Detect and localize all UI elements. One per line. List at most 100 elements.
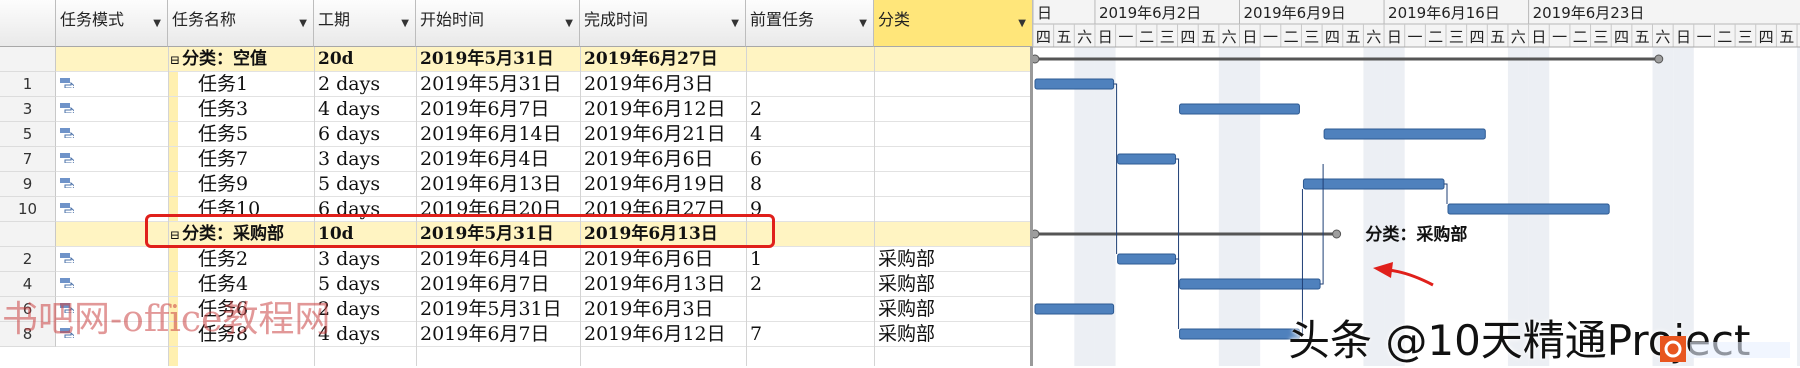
row-number[interactable]: 10 bbox=[0, 197, 56, 222]
cell-start[interactable]: 2019年5月31日 bbox=[420, 297, 578, 321]
cell-name[interactable]: 任务7 bbox=[198, 147, 312, 171]
collapse-toggle-icon[interactable]: ⊟ bbox=[170, 53, 180, 67]
cell-category[interactable]: 采购部 bbox=[878, 272, 1031, 296]
cell-finish[interactable]: 2019年6月6日 bbox=[584, 147, 744, 171]
cell-finish[interactable]: 2019年6月27日 bbox=[584, 47, 744, 71]
task-row[interactable]: 任务73 days2019年6月4日2019年6月6日6 bbox=[56, 147, 1033, 172]
row-number[interactable]: 1 bbox=[0, 72, 56, 97]
cell-finish[interactable]: 2019年6月3日 bbox=[584, 297, 744, 321]
cell-duration[interactable]: 5 days bbox=[318, 272, 414, 296]
col-header-duration[interactable]: 工期▼ bbox=[314, 0, 416, 47]
cell-pred[interactable] bbox=[750, 47, 872, 71]
cell-text: 任务1 bbox=[198, 73, 248, 95]
task-row[interactable]: 任务9 5 days 2019年6月13日 2019年6月19日8 bbox=[56, 172, 1033, 197]
cell-finish[interactable]: 2019年6月3日 bbox=[584, 72, 744, 96]
cell-finish[interactable]: 2019年6月12日 bbox=[584, 97, 744, 121]
col-header-label: 任务模式 bbox=[60, 10, 124, 29]
cell-pred[interactable]: 6 bbox=[750, 147, 872, 171]
chevron-down-icon[interactable]: ▼ bbox=[153, 18, 161, 29]
timescale-day-label: 一 bbox=[1263, 28, 1278, 46]
task-grid: 任务模式 ▼ 任务名称▼ 工期▼ 开始时间▼ 完成时间▼ 前置任务▼ 分类▼ ⊟分… bbox=[0, 0, 1033, 366]
auto-schedule-icon bbox=[60, 252, 74, 263]
cell-category[interactable] bbox=[878, 97, 1031, 121]
cell-category[interactable]: 采购部 bbox=[878, 247, 1031, 271]
cell-pred[interactable]: 1 bbox=[750, 247, 872, 271]
cell-category[interactable] bbox=[878, 72, 1031, 96]
cell-duration[interactable]: 20d bbox=[318, 47, 414, 71]
cell-name[interactable]: 任务1 bbox=[198, 72, 312, 96]
task-row[interactable]: 任务1 2 days2019年5月31日2019年6月3日 bbox=[56, 72, 1033, 97]
cell-start[interactable]: 2019年6月4日 bbox=[420, 247, 578, 271]
col-header-predecessors[interactable]: 前置任务▼ bbox=[746, 0, 874, 47]
cell-category[interactable] bbox=[878, 222, 1031, 246]
cell-category[interactable]: 采购部 bbox=[878, 297, 1031, 321]
cell-category[interactable] bbox=[878, 122, 1031, 146]
chevron-down-icon[interactable]: ▼ bbox=[731, 18, 739, 29]
cell-finish[interactable]: 2019年6月6日 bbox=[584, 247, 744, 271]
row-number[interactable] bbox=[0, 47, 56, 72]
cell-name[interactable]: 任务5 bbox=[198, 122, 312, 146]
cell-category[interactable] bbox=[878, 197, 1031, 221]
col-header-finish[interactable]: 完成时间▼ bbox=[580, 0, 746, 47]
row-number[interactable]: 5 bbox=[0, 122, 56, 147]
cell-category[interactable] bbox=[878, 47, 1031, 71]
chevron-down-icon[interactable]: ▼ bbox=[565, 18, 573, 29]
cell-duration[interactable]: 3 days bbox=[318, 147, 414, 171]
chevron-down-icon[interactable]: ▼ bbox=[859, 18, 867, 29]
cell-pred[interactable]: 4 bbox=[750, 122, 872, 146]
col-header-mode[interactable]: 任务模式 ▼ bbox=[56, 0, 168, 47]
group-header-row[interactable]: ⊟分类：空值20d2019年5月31日2019年6月27日 bbox=[56, 47, 1033, 72]
cell-start[interactable]: 2019年6月7日 bbox=[420, 322, 578, 346]
cell-start[interactable]: 2019年6月7日 bbox=[420, 97, 578, 121]
row-number[interactable]: 7 bbox=[0, 147, 56, 172]
cell-start[interactable]: 2019年5月31日 bbox=[420, 72, 578, 96]
cell-text: 任务9 bbox=[198, 173, 248, 195]
cell-duration[interactable]: 4 days bbox=[318, 322, 414, 346]
chevron-down-icon[interactable]: ▼ bbox=[299, 18, 307, 29]
cell-duration[interactable]: 2 days bbox=[318, 297, 414, 321]
row-number[interactable]: 9 bbox=[0, 172, 56, 197]
cell-duration[interactable]: 4 days bbox=[318, 97, 414, 121]
row-number[interactable]: 3 bbox=[0, 97, 56, 122]
cell-duration[interactable]: 6 days bbox=[318, 122, 414, 146]
chevron-down-icon[interactable]: ▼ bbox=[1018, 18, 1026, 29]
cell-finish[interactable]: 2019年6月12日 bbox=[584, 322, 744, 346]
cell-start[interactable]: 2019年6月7日 bbox=[420, 272, 578, 296]
row-number[interactable]: 2 bbox=[0, 247, 56, 272]
task-row[interactable]: 任务56 days2019年6月14日2019年6月21日4 bbox=[56, 122, 1033, 147]
task-row[interactable]: 任务3 4 days 2019年6月7日2019年6月12日2 bbox=[56, 97, 1033, 122]
cell-pred[interactable]: 8 bbox=[750, 172, 872, 196]
cell-category[interactable]: 采购部 bbox=[878, 322, 1031, 346]
row-number[interactable] bbox=[0, 222, 56, 247]
cell-pred[interactable] bbox=[750, 72, 872, 96]
cell-name[interactable]: 任务9 bbox=[198, 172, 312, 196]
cell-pred[interactable]: 7 bbox=[750, 322, 872, 346]
cell-text: 4 days bbox=[318, 98, 380, 120]
cell-pred[interactable]: 2 bbox=[750, 97, 872, 121]
cell-duration[interactable]: 2 days bbox=[318, 72, 414, 96]
col-header-name[interactable]: 任务名称▼ bbox=[168, 0, 314, 47]
cell-pred[interactable] bbox=[750, 297, 872, 321]
task-row[interactable]: 任务23 days2019年6月4日2019年6月6日1采购部 bbox=[56, 247, 1033, 272]
cell-text: 2019年6月13日 bbox=[420, 173, 562, 195]
cell-start[interactable]: 2019年6月14日 bbox=[420, 122, 578, 146]
cell-start[interactable]: 2019年6月4日 bbox=[420, 147, 578, 171]
chevron-down-icon[interactable]: ▼ bbox=[401, 18, 409, 29]
col-header-start[interactable]: 开始时间▼ bbox=[416, 0, 580, 47]
cell-finish[interactable]: 2019年6月19日 bbox=[584, 172, 744, 196]
auto-schedule-icon bbox=[60, 177, 74, 188]
cell-name[interactable]: 任务3 bbox=[198, 97, 312, 121]
cell-duration[interactable]: 5 days bbox=[318, 172, 414, 196]
cell-finish[interactable]: 2019年6月13日 bbox=[584, 272, 744, 296]
cell-duration[interactable]: 3 days bbox=[318, 247, 414, 271]
cell-name[interactable]: 任务2 bbox=[198, 247, 312, 271]
cell-pred[interactable]: 2 bbox=[750, 272, 872, 296]
select-all-corner[interactable] bbox=[0, 0, 56, 47]
cell-finish[interactable]: 2019年6月21日 bbox=[584, 122, 744, 146]
cell-name[interactable]: ⊟分类：空值 bbox=[170, 47, 312, 71]
cell-start[interactable]: 2019年6月13日 bbox=[420, 172, 578, 196]
col-header-category[interactable]: 分类▼ bbox=[874, 0, 1033, 47]
cell-start[interactable]: 2019年5月31日 bbox=[420, 47, 578, 71]
cell-category[interactable] bbox=[878, 172, 1031, 196]
cell-category[interactable] bbox=[878, 147, 1031, 171]
